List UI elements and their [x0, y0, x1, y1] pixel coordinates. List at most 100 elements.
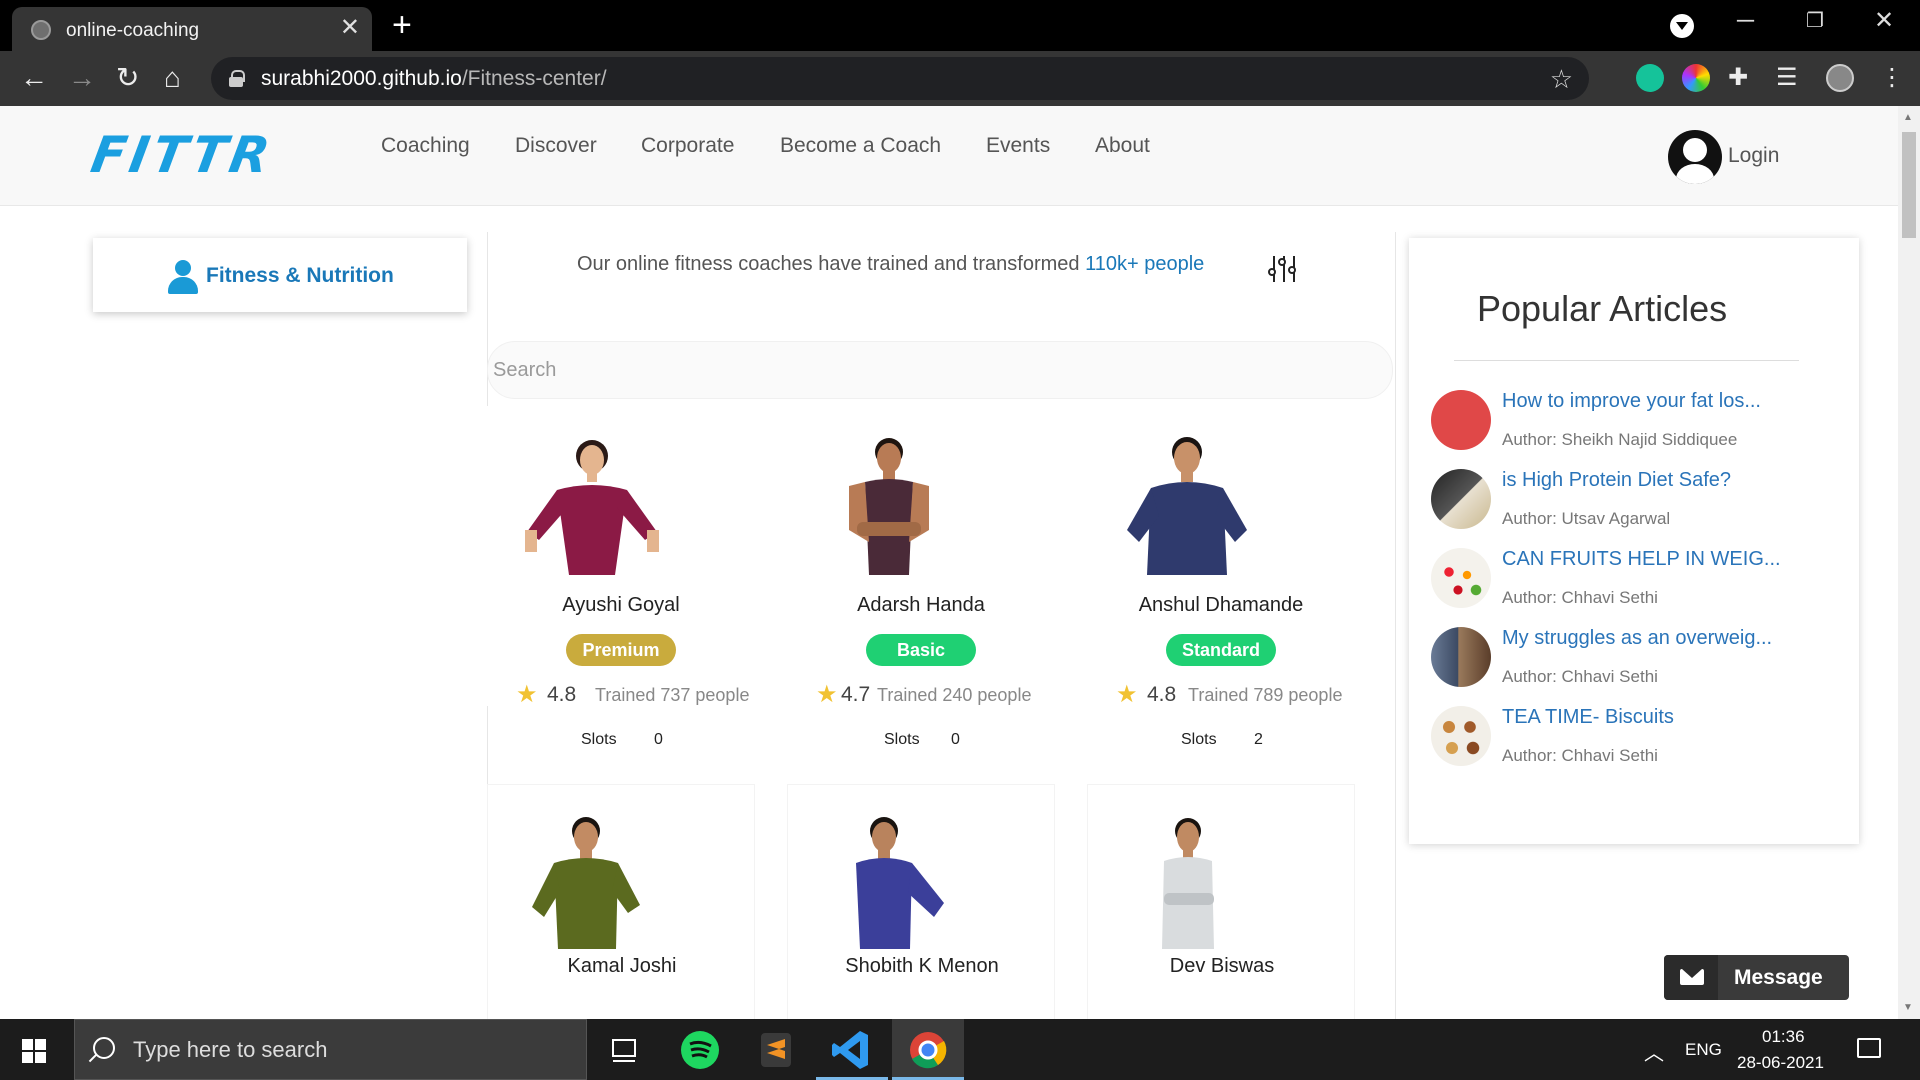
- article-title[interactable]: TEA TIME- Biscuits: [1502, 706, 1674, 729]
- spotify-icon[interactable]: [664, 1019, 736, 1080]
- restore-icon[interactable]: ❐: [1806, 8, 1824, 34]
- new-tab-icon[interactable]: +: [392, 8, 412, 42]
- coach-card[interactable]: Shobith K Menon: [787, 784, 1055, 1019]
- clock-time[interactable]: 01:36: [1762, 1027, 1805, 1047]
- media-control-icon[interactable]: ☰: [1776, 62, 1798, 94]
- category-card[interactable]: Fitness & Nutrition: [93, 238, 467, 312]
- article-author: Author: Chhavi Sethi: [1502, 746, 1658, 765]
- article-title[interactable]: CAN FRUITS HELP IN WEIG...: [1502, 548, 1781, 571]
- page-scrollbar[interactable]: ▲ ▼: [1898, 106, 1920, 1019]
- chevron-up-icon[interactable]: ︿: [1644, 1037, 1664, 1066]
- bookmark-star-icon[interactable]: ☆: [1550, 64, 1573, 95]
- article-author: Author: Chhavi Sethi: [1502, 588, 1658, 607]
- nav-become-a-coach[interactable]: Become a Coach: [780, 134, 941, 158]
- articles-title: Popular Articles: [1477, 288, 1728, 329]
- login-label: Login: [1728, 144, 1780, 167]
- trained-count: Trained 240 people: [877, 685, 1032, 705]
- intro-text: Our online fitness coaches have trained …: [577, 249, 1207, 280]
- coach-card[interactable]: Anshul Dhamande Standard ★ 4.8 Trained 7…: [1087, 406, 1355, 748]
- color-extension-icon[interactable]: [1682, 64, 1710, 92]
- coach-card[interactable]: Ayushi Goyal Premium ★ 4.8 Trained 737 p…: [487, 406, 755, 748]
- plan-badge-premium: Premium: [566, 634, 676, 666]
- coach-card[interactable]: Kamal Joshi: [487, 784, 755, 1019]
- coach-name[interactable]: Dev Biswas: [1088, 955, 1356, 978]
- forward-icon[interactable]: →: [68, 62, 96, 94]
- rating-value: 4.8: [547, 683, 577, 706]
- windows-start-icon[interactable]: [22, 1039, 46, 1063]
- coach-photo: [849, 438, 929, 575]
- close-tab-icon[interactable]: ✕: [340, 16, 360, 40]
- message-label: Message: [1734, 966, 1823, 989]
- tab-search-icon[interactable]: [1670, 14, 1694, 38]
- slots-label: Slots: [581, 731, 617, 748]
- fittr-logo[interactable]: FITTR: [87, 126, 278, 184]
- browser-toolbar: ← → ↻ ⌂ surabhi2000.github.io/Fitness-ce…: [0, 51, 1920, 106]
- slots-label: Slots: [1181, 731, 1217, 748]
- scrollbar-thumb[interactable]: [1902, 132, 1916, 238]
- nav-discover[interactable]: Discover: [515, 134, 597, 158]
- rating-row: ★ 4.8 Trained 789 people: [1087, 682, 1355, 710]
- minimize-icon[interactable]: ─: [1737, 8, 1754, 34]
- article-title[interactable]: is High Protein Diet Safe?: [1502, 469, 1731, 492]
- taskbar-search-placeholder: Type here to search: [133, 1037, 328, 1062]
- profile-avatar-icon[interactable]: [1826, 64, 1854, 92]
- coach-card[interactable]: Dev Biswas: [1087, 784, 1355, 1019]
- coach-name[interactable]: Kamal Joshi: [488, 955, 756, 978]
- article-title[interactable]: My struggles as an overweig...: [1502, 627, 1772, 650]
- article-item[interactable]: TEA TIME- Biscuits Author: Chhavi Sethi: [1431, 706, 1851, 776]
- article-item[interactable]: How to improve your fat los... Author: S…: [1431, 390, 1851, 460]
- coach-name[interactable]: Anshul Dhamande: [1087, 594, 1355, 617]
- nav-corporate[interactable]: Corporate: [641, 134, 734, 158]
- envelope-icon: [1664, 955, 1718, 1000]
- coach-card[interactable]: Adarsh Handa Basic ★ 4.7 Trained 240 peo…: [787, 406, 1055, 748]
- coach-name[interactable]: Ayushi Goyal: [487, 594, 755, 617]
- nav-coaching[interactable]: Coaching: [381, 134, 470, 158]
- article-item[interactable]: My struggles as an overweig... Author: C…: [1431, 627, 1851, 697]
- menu-kebab-icon[interactable]: ⋮: [1880, 62, 1904, 94]
- rating-row: ★ 4.8 Trained 737 people: [487, 682, 755, 710]
- nav-events[interactable]: Events: [986, 134, 1050, 158]
- clock-date[interactable]: 28-06-2021: [1737, 1053, 1824, 1073]
- back-icon[interactable]: ←: [20, 62, 48, 94]
- tab-title: online-coaching: [66, 20, 200, 41]
- filter-sliders-icon[interactable]: [1268, 256, 1298, 282]
- home-icon[interactable]: ⌂: [164, 62, 181, 94]
- article-thumbnail: [1431, 390, 1491, 450]
- url-host: surabhi2000.github.io: [261, 67, 462, 90]
- nav-about[interactable]: About: [1095, 134, 1150, 158]
- article-thumbnail: [1431, 548, 1491, 608]
- message-button[interactable]: Message: [1664, 955, 1849, 1000]
- reload-icon[interactable]: ↻: [116, 62, 139, 94]
- globe-icon: [31, 20, 51, 40]
- popular-articles-panel: Popular Articles How to improve your fat…: [1409, 238, 1859, 844]
- address-bar[interactable]: surabhi2000.github.io/Fitness-center/ ☆: [211, 57, 1589, 100]
- coach-photo: [1127, 437, 1247, 575]
- grammarly-extension-icon[interactable]: [1636, 64, 1664, 92]
- chrome-icon[interactable]: [892, 1019, 964, 1080]
- language-indicator[interactable]: ENG: [1685, 1040, 1722, 1060]
- url-text[interactable]: surabhi2000.github.io/Fitness-center/: [261, 67, 607, 91]
- sublime-text-icon[interactable]: [740, 1019, 812, 1080]
- user-avatar-icon: [1668, 130, 1722, 184]
- browser-tab[interactable]: online-coaching ✕: [12, 7, 372, 51]
- coach-name[interactable]: Adarsh Handa: [787, 594, 1055, 617]
- lock-icon[interactable]: [229, 70, 245, 87]
- article-title[interactable]: How to improve your fat los...: [1502, 390, 1761, 413]
- scroll-down-icon[interactable]: ▼: [1903, 1002, 1913, 1013]
- slots-value: 0: [654, 731, 663, 748]
- scroll-up-icon[interactable]: ▲: [1903, 112, 1913, 123]
- coach-name[interactable]: Shobith K Menon: [788, 955, 1056, 978]
- article-item[interactable]: is High Protein Diet Safe? Author: Utsav…: [1431, 469, 1851, 539]
- close-window-icon[interactable]: ✕: [1874, 8, 1894, 34]
- extensions-puzzle-icon[interactable]: ✚: [1728, 62, 1748, 94]
- articles-divider: [1454, 360, 1799, 361]
- search-input[interactable]: [487, 341, 1393, 399]
- trained-count: Trained 737 people: [595, 685, 750, 705]
- taskbar-search-box[interactable]: Type here to search: [74, 1019, 587, 1080]
- plan-badge-standard: Standard: [1166, 634, 1276, 666]
- article-item[interactable]: CAN FRUITS HELP IN WEIG... Author: Chhav…: [1431, 548, 1851, 618]
- vscode-icon[interactable]: [816, 1019, 888, 1080]
- rating-value: 4.7: [841, 683, 871, 706]
- task-view-icon[interactable]: [588, 1019, 660, 1080]
- notification-icon[interactable]: [1857, 1038, 1881, 1058]
